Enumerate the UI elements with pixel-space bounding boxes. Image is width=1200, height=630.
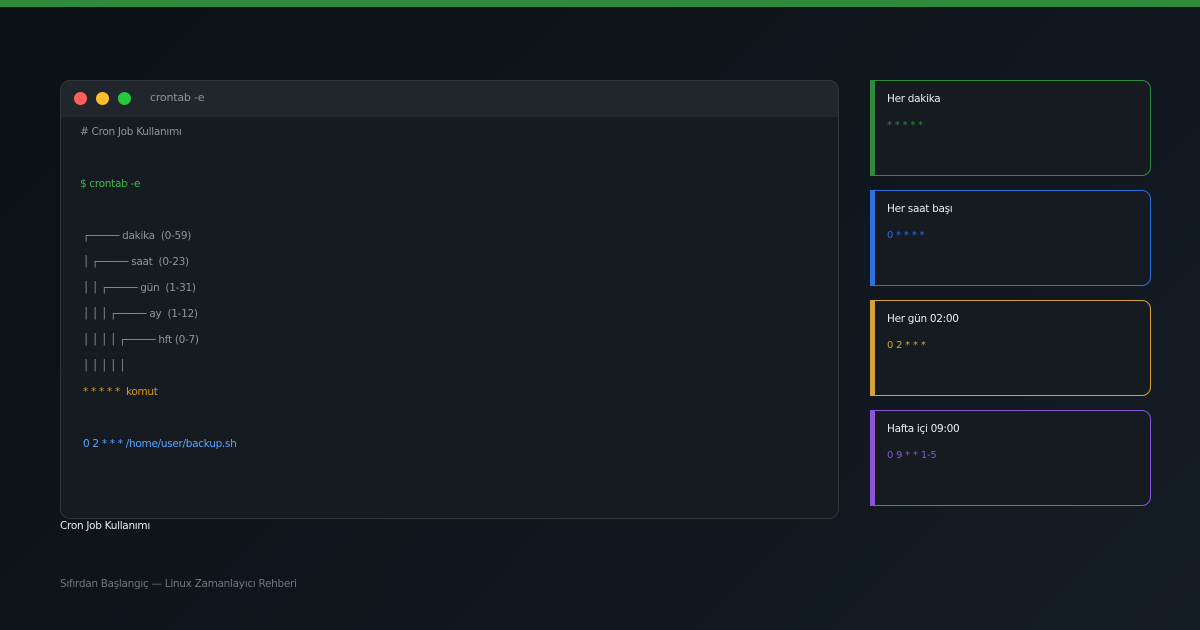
minimize-window-button[interactable] xyxy=(96,92,109,105)
terminal-window: crontab -e # Cron Job Kullanımı $ cronta… xyxy=(60,80,839,519)
cron-syntax-line: * * * * * komut xyxy=(83,386,158,398)
top-accent-bar xyxy=(0,0,1200,7)
schedule-card-every-hour[interactable]: Her saat başı 0 * * * * xyxy=(870,190,1151,286)
cron-field-weekday: │ │ │ │ ┌───── hft (0-7) xyxy=(83,334,199,346)
schedule-card-expression: 0 * * * * xyxy=(887,230,925,241)
close-window-button[interactable] xyxy=(74,92,87,105)
terminal-titlebar: crontab -e xyxy=(61,81,838,117)
schedule-card-every-minute[interactable]: Her dakika * * * * * xyxy=(870,80,1151,176)
schedule-card-title: Her gün 02:00 xyxy=(887,313,959,325)
terminal-prompt-line: $ crontab -e xyxy=(80,178,141,190)
window-title: crontab -e xyxy=(150,91,205,104)
cron-example-line: 0 2 * * * /home/user/backup.sh xyxy=(83,438,237,450)
schedule-card-daily-0200[interactable]: Her gün 02:00 0 2 * * * xyxy=(870,300,1151,396)
terminal-comment-line: # Cron Job Kullanımı xyxy=(80,126,182,138)
cron-field-closing: │ │ │ │ │ xyxy=(83,360,126,372)
cron-field-hour: │ ┌───── saat (0-23) xyxy=(83,256,189,268)
schedule-card-title: Her dakika xyxy=(887,93,941,105)
cron-field-day: │ │ ┌───── gün (1-31) xyxy=(83,282,196,294)
cron-field-month: │ │ │ ┌───── ay (1-12) xyxy=(83,308,198,320)
schedule-card-title: Her saat başı xyxy=(887,203,953,215)
schedule-card-expression: 0 2 * * * xyxy=(887,340,926,351)
schedule-card-expression: * * * * * xyxy=(887,120,923,131)
terminal-caption: Cron Job Kullanımı xyxy=(60,520,150,532)
cron-field-minute: ┌───── dakika (0-59) xyxy=(83,230,192,242)
page-subtitle: Sıfırdan Başlangıç — Linux Zamanlayıcı R… xyxy=(60,578,297,590)
maximize-window-button[interactable] xyxy=(118,92,131,105)
schedule-card-title: Hafta içi 09:00 xyxy=(887,423,960,435)
schedule-card-expression: 0 9 * * 1-5 xyxy=(887,450,937,461)
schedule-card-weekdays-0900[interactable]: Hafta içi 09:00 0 9 * * 1-5 xyxy=(870,410,1151,506)
